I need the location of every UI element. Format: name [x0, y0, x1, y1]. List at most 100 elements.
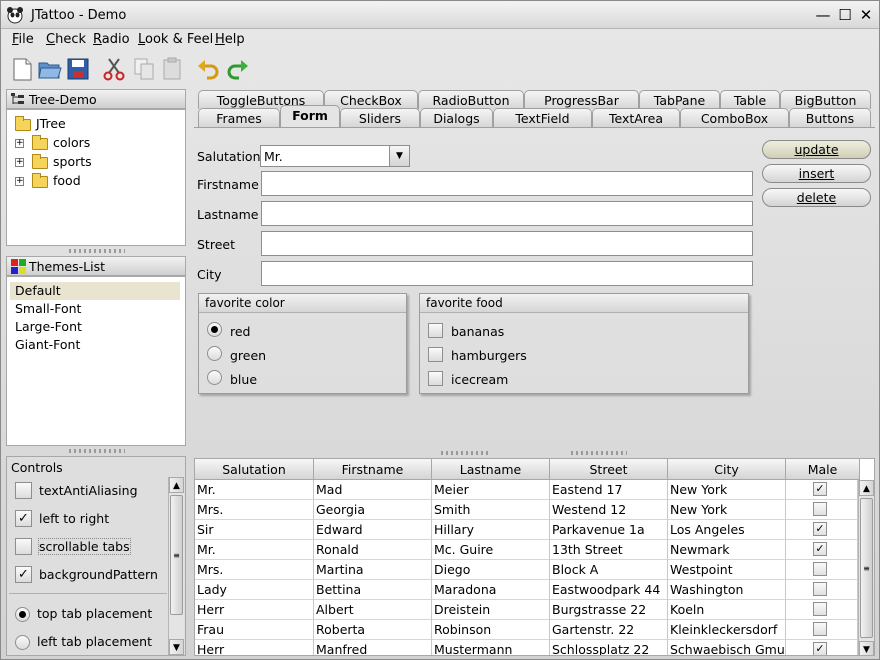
table-cell[interactable]: Mr.: [195, 480, 314, 500]
table-cell[interactable]: Meier: [432, 480, 550, 500]
new-file-icon[interactable]: [9, 56, 35, 82]
table-cell[interactable]: 13th Street: [550, 540, 668, 560]
column-header-male[interactable]: Male: [786, 459, 860, 480]
table-cell[interactable]: Manfred: [314, 640, 432, 655]
delete-button[interactable]: delete: [762, 188, 871, 207]
split-divider-grip[interactable]: [69, 249, 125, 253]
table-cell[interactable]: Robinson: [432, 620, 550, 640]
tree-root[interactable]: JTree: [15, 115, 66, 134]
scroll-up-arrow[interactable]: ▲: [169, 477, 184, 493]
tab-frames[interactable]: Frames: [198, 108, 280, 127]
minimize-icon[interactable]: —: [814, 6, 832, 24]
table-cell[interactable]: Los Angeles: [668, 520, 786, 540]
table-cell[interactable]: Washington: [668, 580, 786, 600]
scroll-down-arrow[interactable]: ▼: [169, 639, 184, 655]
table-cell[interactable]: Roberta: [314, 620, 432, 640]
checkbox-box[interactable]: ✓: [15, 510, 32, 527]
male-checkbox[interactable]: ✓: [813, 642, 827, 655]
tree-node-sports[interactable]: + sports: [15, 153, 92, 172]
table-cell[interactable]: Albert: [314, 600, 432, 620]
male-checkbox[interactable]: [813, 502, 827, 516]
radio-button[interactable]: [207, 346, 222, 361]
firstname-field[interactable]: [261, 171, 753, 196]
column-header-lastname[interactable]: Lastname: [432, 459, 550, 480]
checkbox-box[interactable]: [15, 482, 32, 499]
scroll-down-arrow[interactable]: ▼: [859, 641, 874, 655]
open-folder-icon[interactable]: [37, 56, 63, 82]
table-cell[interactable]: Kleinkleckersdorf: [668, 620, 786, 640]
scroll-thumb[interactable]: ≡: [170, 495, 183, 615]
people-table[interactable]: Salutation Firstname Lastname Street Cit…: [194, 458, 875, 656]
table-cell[interactable]: Eastend 17: [550, 480, 668, 500]
menu-look-and-feel[interactable]: Look & Feel: [138, 32, 213, 47]
table-cell[interactable]: Maradona: [432, 580, 550, 600]
theme-item-large-font[interactable]: Large-Font: [10, 318, 180, 336]
table-cell[interactable]: Bettina: [314, 580, 432, 600]
table-cell[interactable]: Hillary: [432, 520, 550, 540]
lastname-field[interactable]: [261, 201, 753, 226]
scroll-thumb[interactable]: ≡: [860, 498, 873, 638]
menu-radio[interactable]: Radio: [93, 32, 130, 47]
table-cell[interactable]: Mad: [314, 480, 432, 500]
table-cell[interactable]: New York: [668, 480, 786, 500]
table-cell[interactable]: Westend 12: [550, 500, 668, 520]
tab-tabpane[interactable]: TabPane: [639, 90, 720, 109]
maximize-icon[interactable]: ☐: [836, 6, 854, 24]
checkbox-box[interactable]: [15, 538, 32, 555]
city-field[interactable]: [261, 261, 753, 286]
column-header-salutation[interactable]: Salutation: [195, 459, 314, 480]
expand-icon[interactable]: +: [15, 177, 24, 186]
tab-bigbutton[interactable]: BigButton: [780, 90, 871, 109]
table-cell[interactable]: Georgia: [314, 500, 432, 520]
table-cell[interactable]: Westpoint: [668, 560, 786, 580]
title-bar[interactable]: JTattoo - Demo — ☐ ✕: [1, 1, 879, 29]
male-checkbox[interactable]: [813, 602, 827, 616]
expand-icon[interactable]: +: [15, 139, 24, 148]
close-icon[interactable]: ✕: [857, 6, 875, 24]
male-checkbox[interactable]: [813, 582, 827, 596]
column-header-city[interactable]: City: [668, 459, 786, 480]
table-cell[interactable]: Sir: [195, 520, 314, 540]
checkbox-box[interactable]: [428, 347, 443, 362]
table-cell[interactable]: Newmark: [668, 540, 786, 560]
street-field[interactable]: [261, 231, 753, 256]
scroll-up-arrow[interactable]: ▲: [859, 480, 874, 496]
themes-list[interactable]: Default Small-Font Large-Font Giant-Font: [6, 276, 186, 446]
tree-view[interactable]: JTree + colors + sports + food: [6, 109, 186, 246]
table-cell[interactable]: Mustermann: [432, 640, 550, 655]
table-cell[interactable]: Edward: [314, 520, 432, 540]
salutation-combobox[interactable]: Mr. ▼: [260, 145, 410, 167]
controls-scrollbar[interactable]: ▲ ≡ ▼: [168, 477, 184, 655]
radio-button[interactable]: [207, 370, 222, 385]
table-cell[interactable]: Schlossplatz 22: [550, 640, 668, 655]
table-cell[interactable]: Gartenstr. 22: [550, 620, 668, 640]
radio-button[interactable]: [15, 635, 30, 650]
split-divider-grip[interactable]: [571, 451, 627, 455]
tab-table[interactable]: Table: [720, 90, 780, 109]
tree-node-food[interactable]: + food: [15, 172, 81, 191]
table-cell[interactable]: Schwaebisch Gmu...: [668, 640, 786, 655]
tab-textfield[interactable]: TextField: [493, 108, 592, 127]
column-header-firstname[interactable]: Firstname: [314, 459, 432, 480]
radio-button[interactable]: [207, 322, 222, 337]
tab-sliders[interactable]: Sliders: [340, 108, 420, 127]
table-cell[interactable]: Diego: [432, 560, 550, 580]
male-checkbox[interactable]: ✓: [813, 542, 827, 556]
tab-progressbar[interactable]: ProgressBar: [524, 90, 639, 109]
save-icon[interactable]: [65, 56, 91, 82]
menu-help[interactable]: Help: [215, 32, 245, 47]
table-cell[interactable]: Herr: [195, 600, 314, 620]
table-cell[interactable]: Mc. Guire: [432, 540, 550, 560]
paste-icon[interactable]: [159, 56, 185, 82]
table-cell[interactable]: Mrs.: [195, 560, 314, 580]
checkbox-box[interactable]: [428, 371, 443, 386]
table-cell[interactable]: Lady: [195, 580, 314, 600]
theme-item-default[interactable]: Default: [10, 282, 180, 300]
table-cell[interactable]: Dreistein: [432, 600, 550, 620]
table-cell[interactable]: Herr: [195, 640, 314, 655]
table-cell[interactable]: Martina: [314, 560, 432, 580]
update-button[interactable]: update: [762, 140, 871, 159]
insert-button[interactable]: insert: [762, 164, 871, 183]
tab-dialogs[interactable]: Dialogs: [420, 108, 493, 127]
table-cell[interactable]: Koeln: [668, 600, 786, 620]
